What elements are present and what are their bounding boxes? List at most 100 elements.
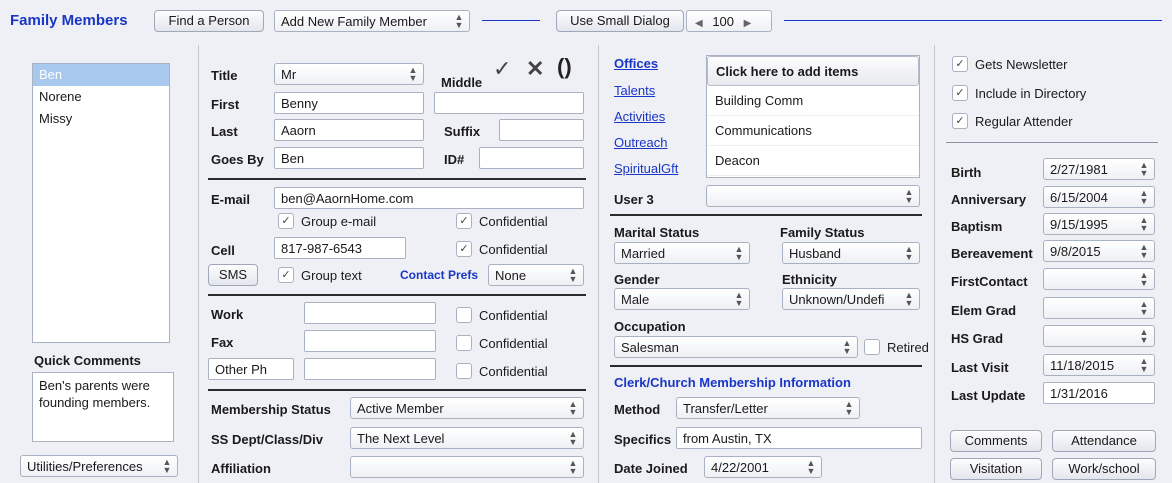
- date-field[interactable]: 9/15/1995 ▲ ▼: [1043, 213, 1155, 235]
- cell-field[interactable]: 817-987-6543: [274, 237, 406, 259]
- date-label: Anniversary: [951, 192, 1027, 207]
- zoom-right-icon[interactable]: ▶: [744, 18, 752, 29]
- date-field[interactable]: ▲ ▼: [1043, 268, 1155, 290]
- outreach-link[interactable]: Outreach: [614, 135, 667, 150]
- quick-comments-textarea[interactable]: Ben's parents were founding members.: [32, 372, 174, 442]
- fax-field[interactable]: [304, 330, 436, 352]
- middle-field[interactable]: [434, 92, 584, 114]
- date-field[interactable]: 1/31/2016: [1043, 382, 1155, 404]
- date-field[interactable]: 11/18/2015 ▲ ▼: [1043, 354, 1155, 376]
- stepper-icon: ▲ ▼: [162, 457, 172, 475]
- membership-status-value: Active Member: [357, 401, 444, 416]
- header-rule-right: [784, 20, 1162, 21]
- email-confidential-checkbox[interactable]: ✓: [456, 213, 472, 229]
- stepper-icon: ▲ ▼: [1139, 299, 1149, 317]
- stepper-icon: ▲ ▼: [734, 290, 744, 308]
- find-person-button[interactable]: Find a Person: [154, 10, 264, 32]
- marital-status-select[interactable]: Married ▲ ▼: [614, 242, 750, 264]
- method-select[interactable]: Transfer/Letter ▲ ▼: [676, 397, 860, 419]
- member-item[interactable]: Missy: [33, 108, 169, 130]
- ethnicity-select[interactable]: Unknown/Undefi ▲ ▼: [782, 288, 920, 310]
- member-item[interactable]: Norene: [33, 86, 169, 108]
- work-field[interactable]: [304, 302, 436, 324]
- add-member-select[interactable]: Add New Family Member ▲ ▼: [274, 10, 470, 32]
- stepper-icon: ▲ ▼: [568, 458, 578, 476]
- membership-status-select[interactable]: Active Member ▲ ▼: [350, 397, 584, 419]
- cell-confidential-checkbox[interactable]: ✓: [456, 241, 472, 257]
- date-field[interactable]: 6/15/2004 ▲ ▼: [1043, 186, 1155, 208]
- use-small-dialog-button[interactable]: Use Small Dialog: [556, 10, 684, 32]
- user3-label: User 3: [614, 192, 654, 207]
- date-field[interactable]: 9/8/2015 ▲ ▼: [1043, 240, 1155, 262]
- date-field[interactable]: 2/27/1981 ▲ ▼: [1043, 158, 1155, 180]
- specifics-field[interactable]: from Austin, TX: [676, 427, 922, 449]
- attendance-button[interactable]: Attendance: [1052, 430, 1156, 452]
- goes-by-field[interactable]: Ben: [274, 147, 424, 169]
- close-icon[interactable]: ✕: [526, 56, 544, 82]
- group-text-checkbox[interactable]: ✓: [278, 267, 294, 283]
- suffix-field[interactable]: [499, 119, 584, 141]
- family-status-select[interactable]: Husband ▲ ▼: [782, 242, 920, 264]
- visitation-button[interactable]: Visitation: [950, 458, 1042, 480]
- stepper-icon: ▲ ▼: [1139, 327, 1149, 345]
- email-field[interactable]: ben@AaornHome.com: [274, 187, 584, 209]
- work-school-button[interactable]: Work/school: [1052, 458, 1156, 480]
- talents-link[interactable]: Talents: [614, 83, 655, 98]
- zoom-left-icon[interactable]: ◀: [695, 18, 703, 29]
- contact-prefs-select[interactable]: None ▲ ▼: [488, 264, 584, 286]
- gender-value: Male: [621, 292, 650, 307]
- list-item[interactable]: Building Comm: [707, 86, 919, 116]
- date-field[interactable]: ▲ ▼: [1043, 325, 1155, 347]
- date-label: FirstContact: [951, 274, 1028, 289]
- stepper-icon: ▲ ▼: [842, 338, 852, 356]
- family-member-list[interactable]: Ben Norene Missy: [32, 63, 170, 343]
- title-select[interactable]: Mr ▲ ▼: [274, 63, 424, 85]
- group-email-checkbox[interactable]: ✓: [278, 213, 294, 229]
- id-field[interactable]: [479, 147, 584, 169]
- other-phone-type-field[interactable]: Other Ph: [208, 358, 294, 380]
- sms-button[interactable]: SMS: [208, 264, 258, 286]
- include-directory-checkbox[interactable]: ✓: [952, 85, 968, 101]
- other-confidential-label: Confidential: [479, 364, 548, 379]
- parentheses-icon[interactable]: (): [557, 54, 572, 80]
- list-item[interactable]: Communications: [707, 116, 919, 146]
- gets-newsletter-checkbox[interactable]: ✓: [952, 56, 968, 72]
- other-confidential-checkbox[interactable]: [456, 363, 472, 379]
- comments-button[interactable]: Comments: [950, 430, 1042, 452]
- zoom-stepper[interactable]: ◀ 100 ▶: [686, 10, 772, 32]
- first-label: First: [211, 97, 240, 112]
- work-confidential-label: Confidential: [479, 308, 548, 323]
- user3-select[interactable]: ▲ ▼: [706, 185, 920, 207]
- activities-link[interactable]: Activities: [614, 109, 665, 124]
- member-item[interactable]: Ben: [33, 64, 169, 86]
- header-rule-left: [482, 20, 540, 21]
- date-value: 2/27/1981: [1050, 162, 1108, 177]
- affiliation-select[interactable]: ▲ ▼: [350, 456, 584, 478]
- section-divider: [208, 389, 586, 391]
- stepper-icon: ▲ ▼: [568, 266, 578, 284]
- stepper-icon: ▲ ▼: [408, 65, 418, 83]
- list-item[interactable]: Deacon: [707, 146, 919, 176]
- fax-confidential-checkbox[interactable]: [456, 335, 472, 351]
- last-field[interactable]: Aaorn: [274, 119, 424, 141]
- occupation-select[interactable]: Salesman ▲ ▼: [614, 336, 858, 358]
- work-confidential-checkbox[interactable]: [456, 307, 472, 323]
- offices-list[interactable]: Click here to add items Building Comm Co…: [706, 55, 920, 178]
- other-phone-field[interactable]: [304, 358, 436, 380]
- marital-status-label: Marital Status: [614, 225, 700, 240]
- gender-select[interactable]: Male ▲ ▼: [614, 288, 750, 310]
- utilities-select[interactable]: Utilities/Preferences ▲ ▼: [20, 455, 178, 477]
- regular-attender-checkbox[interactable]: ✓: [952, 113, 968, 129]
- stepper-icon: ▲ ▼: [904, 187, 914, 205]
- spiritual-gifts-link[interactable]: SpiritualGft: [614, 161, 678, 176]
- add-items-button[interactable]: Click here to add items: [707, 56, 919, 86]
- ethnicity-value: Unknown/Undefi: [789, 292, 885, 307]
- email-confidential-label: Confidential: [479, 214, 548, 229]
- check-icon[interactable]: ✓: [493, 56, 511, 82]
- offices-link[interactable]: Offices: [614, 56, 658, 71]
- date-field[interactable]: ▲ ▼: [1043, 297, 1155, 319]
- ss-dept-select[interactable]: The Next Level ▲ ▼: [350, 427, 584, 449]
- first-field[interactable]: Benny: [274, 92, 424, 114]
- retired-checkbox[interactable]: [864, 339, 880, 355]
- date-joined-field[interactable]: 4/22/2001 ▲ ▼: [704, 456, 822, 478]
